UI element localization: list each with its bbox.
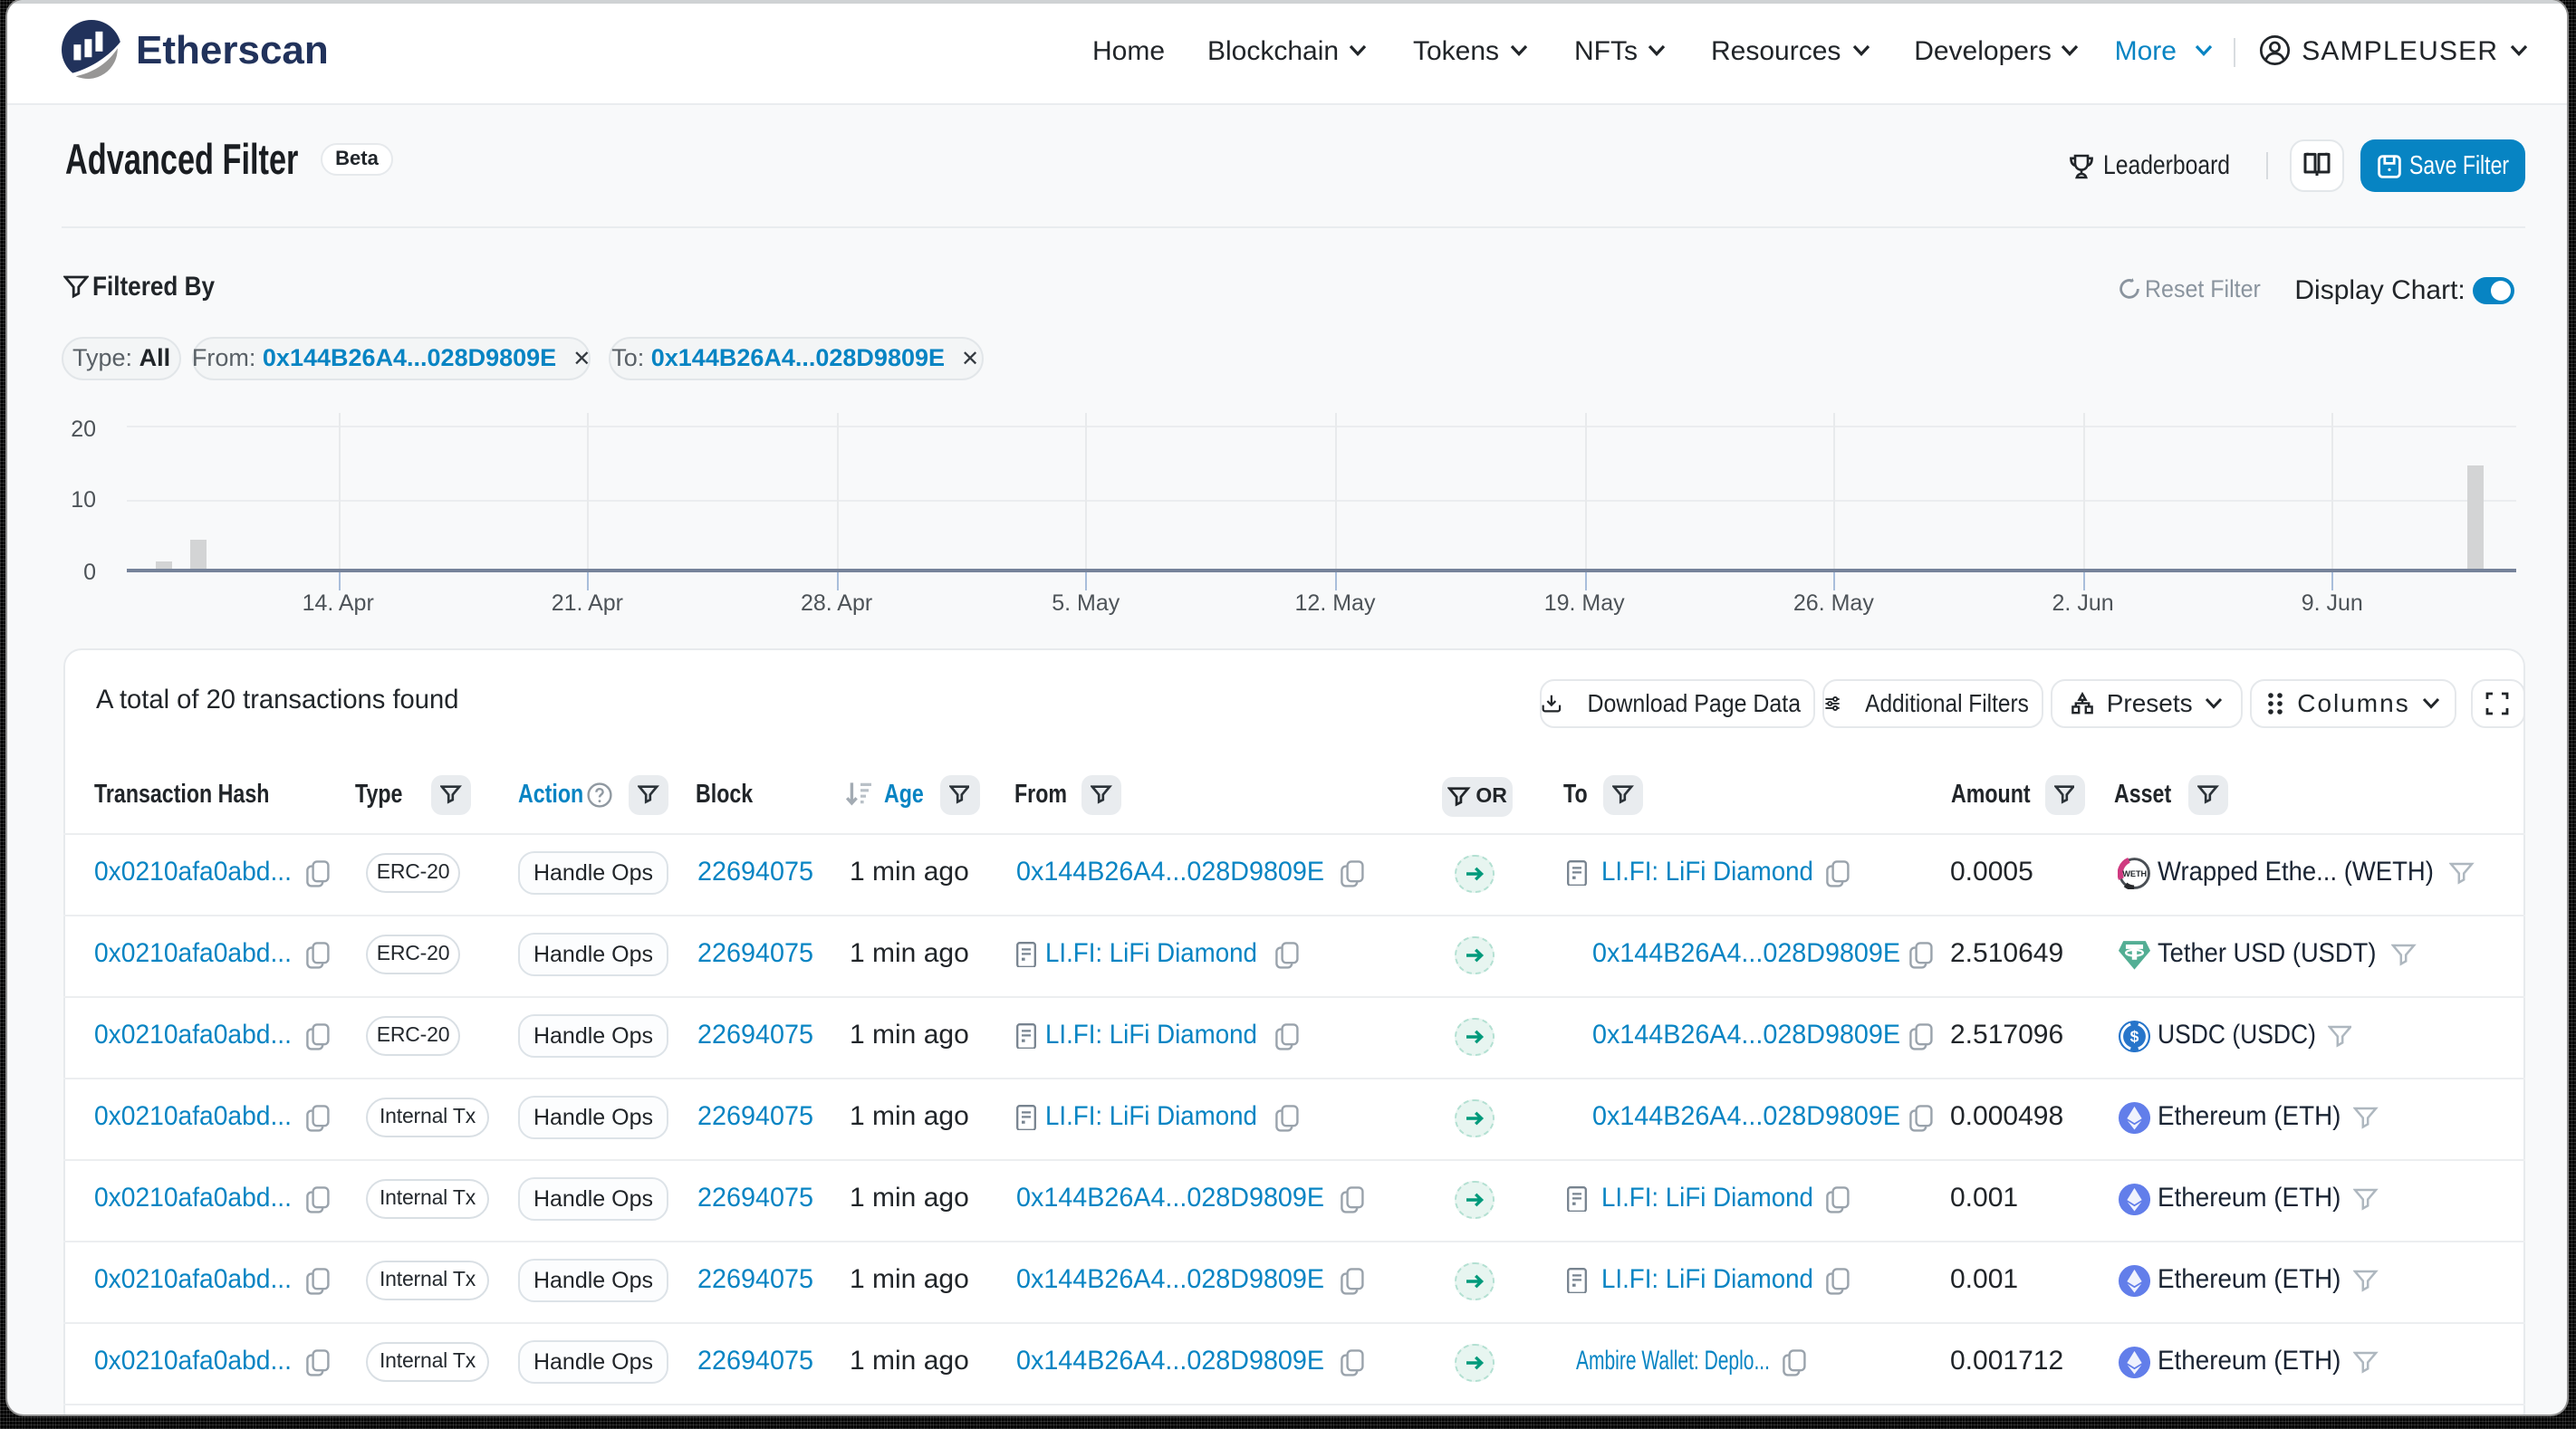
svg-text:WETH: WETH [2122,868,2147,878]
svg-text:$: $ [2129,1027,2139,1045]
